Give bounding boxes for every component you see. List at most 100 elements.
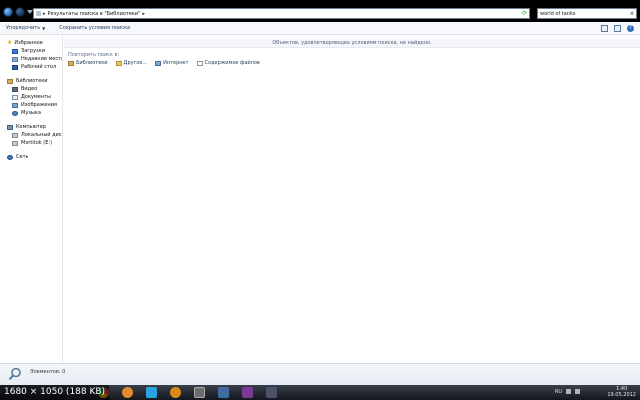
sidebar-item-computer[interactable]: Компьютер bbox=[0, 123, 62, 131]
navigation-bar: ▸ Результаты поиска в "Библиотеки" ▸ ⟳ w… bbox=[0, 0, 640, 22]
sidebar-label: Загрузки bbox=[21, 48, 45, 54]
command-bar: Упорядочить ▼ Сохранить условия поиска ? bbox=[0, 22, 640, 35]
app-icon[interactable] bbox=[170, 387, 181, 398]
sidebar-item-video[interactable]: Видео bbox=[0, 85, 62, 93]
view-controls: ? bbox=[601, 25, 634, 32]
change-view-icon[interactable] bbox=[601, 25, 608, 32]
language-indicator[interactable]: RU bbox=[555, 389, 562, 395]
volume-icon[interactable] bbox=[575, 389, 580, 394]
clock[interactable]: 1:40 19.05.2012 bbox=[607, 386, 636, 398]
app-icon[interactable] bbox=[242, 387, 253, 398]
search-results-icon bbox=[36, 11, 41, 16]
recent-places-icon bbox=[12, 56, 18, 62]
explorer-icon[interactable] bbox=[194, 387, 205, 398]
organize-button[interactable]: Упорядочить ▼ bbox=[6, 25, 45, 31]
refresh-icon[interactable]: ⟳ bbox=[522, 10, 527, 17]
search-again-item-label: Интернет bbox=[163, 60, 189, 66]
forward-button[interactable] bbox=[15, 7, 25, 17]
app-icon[interactable] bbox=[146, 387, 157, 398]
app-icon[interactable] bbox=[218, 387, 229, 398]
results-pane: Объектов, удовлетворяющих условиям поиск… bbox=[64, 35, 640, 363]
sidebar-item-libraries[interactable]: Библиотеки bbox=[0, 77, 62, 85]
sidebar-item-downloads[interactable]: Загрузки bbox=[0, 47, 62, 55]
sidebar-item-recent-places[interactable]: Недавние места bbox=[0, 55, 62, 63]
image-size-overlay: 1680 × 1050 (188 KB) bbox=[0, 385, 110, 400]
sidebar-label: Сеть bbox=[16, 154, 29, 160]
search-query[interactable]: world of tanks bbox=[540, 11, 575, 17]
video-icon bbox=[12, 86, 18, 92]
search-again-item-label: Содержимое файлов bbox=[204, 60, 260, 66]
downloads-icon bbox=[12, 48, 18, 54]
libraries-group: Библиотеки Видео Документы Изображения М… bbox=[0, 77, 62, 117]
search-again-internet[interactable]: Интернет bbox=[155, 60, 189, 66]
clock-date: 19.05.2012 bbox=[607, 392, 636, 398]
sidebar-item-desktop[interactable]: Рабочий стол bbox=[0, 63, 62, 71]
save-search-label: Сохранить условия поиска bbox=[59, 25, 131, 31]
search-icon bbox=[8, 367, 21, 381]
app-icon[interactable] bbox=[266, 387, 277, 398]
drive-icon bbox=[12, 132, 18, 138]
sidebar-item-favorites[interactable]: ★ Избранное bbox=[0, 39, 62, 47]
sidebar-label: Документы bbox=[21, 94, 51, 100]
explorer-window: ▸ Результаты поиска в "Библиотеки" ▸ ⟳ w… bbox=[0, 0, 640, 400]
item-count: Элементов: 0 bbox=[30, 369, 66, 375]
sidebar-label: Избранное bbox=[14, 40, 43, 46]
no-results-message: Объектов, удовлетворяющих условиям поиск… bbox=[64, 39, 640, 48]
search-again-item-label: Библиотеки bbox=[76, 60, 108, 66]
taskbar: 1680 × 1050 (188 KB) RU 1:40 19.05.2012 bbox=[0, 385, 640, 400]
sidebar-label: Библиотеки bbox=[16, 78, 48, 84]
navigation-pane: ★ Избранное Загрузки Недавние места Рабо… bbox=[0, 35, 63, 363]
music-icon bbox=[12, 110, 18, 116]
sidebar-label: Изображения bbox=[21, 102, 57, 108]
sidebar-item-drive-c[interactable]: Локальный диск (C:) bbox=[0, 131, 62, 139]
sidebar-item-music[interactable]: Музыка bbox=[0, 109, 62, 117]
libraries-icon bbox=[7, 78, 13, 84]
documents-icon bbox=[12, 94, 18, 100]
sidebar-label: Рабочий стол bbox=[21, 64, 57, 70]
computer-icon bbox=[7, 124, 13, 130]
libraries-icon bbox=[68, 60, 74, 66]
folder-icon bbox=[115, 60, 122, 66]
star-icon: ★ bbox=[7, 39, 13, 46]
search-again-label: Повторить поиск в: bbox=[68, 52, 120, 58]
address-bar[interactable]: ▸ Результаты поиска в "Библиотеки" ▸ ⟳ bbox=[33, 8, 530, 19]
search-again-file-contents[interactable]: Содержимое файлов bbox=[196, 60, 260, 66]
organize-label: Упорядочить bbox=[6, 25, 41, 31]
breadcrumb-end-arrow[interactable]: ▸ bbox=[142, 11, 145, 17]
sidebar-label: Компьютер bbox=[16, 124, 46, 130]
back-button[interactable] bbox=[3, 7, 13, 17]
sidebar-item-documents[interactable]: Документы bbox=[0, 93, 62, 101]
drive-icon bbox=[12, 140, 18, 146]
chevron-down-icon: ▼ bbox=[42, 25, 46, 31]
network-group: Сеть bbox=[0, 153, 62, 161]
search-again-options: Библиотеки Другое... Интернет Содержимое… bbox=[68, 60, 260, 66]
system-tray: RU bbox=[555, 389, 580, 395]
tray-icon[interactable] bbox=[566, 389, 571, 394]
sidebar-item-pictures[interactable]: Изображения bbox=[0, 101, 62, 109]
search-again-libraries[interactable]: Библиотеки bbox=[68, 60, 108, 66]
help-icon[interactable]: ? bbox=[627, 25, 634, 32]
favorites-group: ★ Избранное Загрузки Недавние места Рабо… bbox=[0, 39, 62, 71]
clear-search-icon[interactable]: × bbox=[630, 11, 636, 17]
breadcrumb-arrow[interactable]: ▸ bbox=[43, 11, 46, 17]
search-input[interactable]: world of tanks × bbox=[537, 8, 637, 19]
sidebar-item-drive-e[interactable]: Mortitok (E:) bbox=[0, 139, 62, 147]
save-search-button[interactable]: Сохранить условия поиска bbox=[59, 25, 130, 31]
details-pane: Элементов: 0 bbox=[0, 363, 640, 385]
pictures-icon bbox=[12, 102, 18, 108]
file-icon bbox=[196, 60, 203, 66]
network-icon bbox=[7, 154, 13, 160]
sidebar-label: Видео bbox=[21, 86, 38, 92]
sidebar-label: Музыка bbox=[21, 110, 41, 116]
search-again-custom[interactable]: Другое... bbox=[115, 60, 148, 66]
preview-pane-icon[interactable] bbox=[614, 25, 621, 32]
desktop-icon bbox=[12, 64, 18, 70]
search-again-item-label: Другое... bbox=[123, 60, 148, 66]
sidebar-item-network[interactable]: Сеть bbox=[0, 153, 62, 161]
sidebar-label: Локальный диск (C:) bbox=[21, 132, 62, 138]
internet-icon bbox=[155, 60, 162, 66]
sidebar-label: Mortitok (E:) bbox=[21, 140, 53, 146]
app-icon[interactable] bbox=[122, 387, 133, 398]
breadcrumb-path[interactable]: Результаты поиска в "Библиотеки" bbox=[48, 11, 141, 17]
sidebar-label: Недавние места bbox=[21, 56, 62, 62]
